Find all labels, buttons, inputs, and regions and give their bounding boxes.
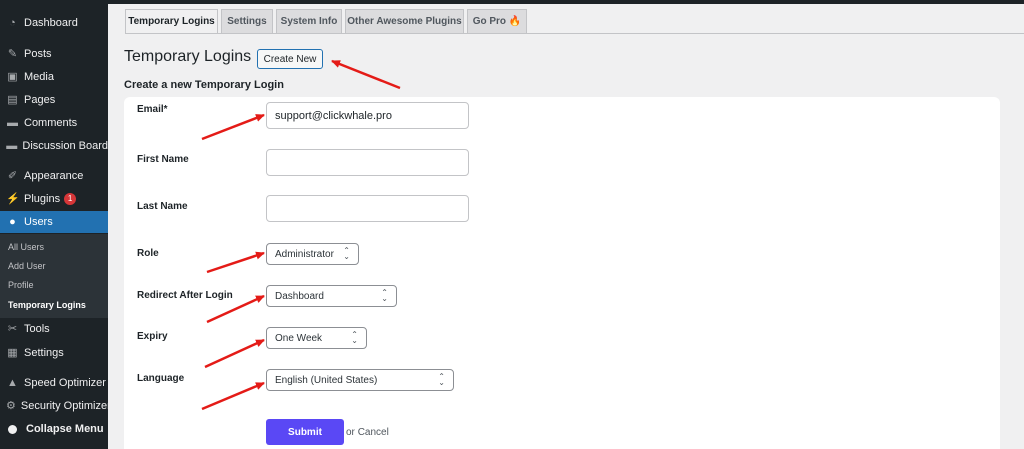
language-label: Language bbox=[137, 373, 185, 384]
expiry-label: Expiry bbox=[137, 331, 168, 342]
redirect-select[interactable]: Dashboard ⌃ ⌄ bbox=[266, 285, 397, 307]
redirect-select-value: Dashboard bbox=[275, 290, 324, 302]
menu-label: Plugins bbox=[24, 193, 61, 205]
menu-item-pages[interactable]: ▤ Pages bbox=[0, 89, 108, 111]
tab-settings[interactable]: Settings bbox=[221, 9, 273, 34]
menu-item-posts[interactable]: ✎ Posts bbox=[0, 43, 108, 65]
brush-icon: ✐ bbox=[7, 169, 18, 182]
menu-item-speed-optimizer[interactable]: ▲ Speed Optimizer bbox=[0, 372, 108, 394]
gear-icon: ⚙ bbox=[6, 399, 16, 412]
cancel-group: or Cancel bbox=[346, 427, 389, 438]
page-title: Temporary Logins bbox=[124, 48, 252, 65]
pin-icon: ✎ bbox=[7, 47, 18, 60]
menu-label: Appearance bbox=[24, 170, 84, 182]
admin-sidebar: ◔ Dashboard ✎ Posts ▣ Media ▤ Pages ▬ Co… bbox=[0, 0, 111, 449]
tab-divider bbox=[125, 33, 1024, 34]
expiry-select-value: One Week bbox=[275, 332, 323, 344]
chevron-updown-icon: ⌃ ⌄ bbox=[381, 288, 388, 303]
menu-item-tools[interactable]: ✂ Tools bbox=[0, 318, 108, 340]
plugin-icon: ⚡ bbox=[6, 192, 20, 205]
menu-label: Settings bbox=[24, 347, 64, 359]
menu-item-appearance[interactable]: ✐ Appearance bbox=[0, 165, 108, 187]
email-label: Email* bbox=[137, 104, 168, 115]
or-text: or bbox=[346, 427, 355, 438]
menu-item-media[interactable]: ▣ Media bbox=[0, 66, 108, 88]
last-name-label: Last Name bbox=[137, 201, 188, 212]
menu-item-plugins[interactable]: ⚡ Plugins 1 bbox=[0, 188, 108, 210]
submenu-add-user[interactable]: Add User bbox=[8, 261, 46, 271]
menu-item-users[interactable]: ● Users bbox=[0, 211, 108, 233]
menu-label: Tools bbox=[24, 323, 50, 335]
form-subheading: Create a new Temporary Login bbox=[124, 79, 284, 91]
email-field[interactable] bbox=[266, 102, 469, 129]
tab-temporary-logins[interactable]: Temporary Logins bbox=[125, 9, 218, 34]
dashboard-icon: ◔ bbox=[9, 16, 16, 29]
collapse-menu-button[interactable]: Collapse Menu bbox=[0, 418, 108, 440]
menu-item-security-optimizer[interactable]: ⚙ Security Optimizer bbox=[0, 395, 111, 417]
menu-item-discussion-board[interactable]: ▬ Discussion Board bbox=[0, 135, 108, 157]
media-icon: ▣ bbox=[7, 70, 18, 83]
menu-label: Discussion Board bbox=[22, 140, 108, 152]
collapse-icon bbox=[8, 424, 17, 434]
submit-button[interactable]: Submit bbox=[266, 419, 344, 445]
wrench-icon: ✂ bbox=[7, 322, 18, 335]
menu-label: Dashboard bbox=[24, 17, 78, 29]
expiry-select[interactable]: One Week ⌃ ⌄ bbox=[266, 327, 367, 349]
menu-label: Comments bbox=[24, 117, 78, 129]
menu-label: Security Optimizer bbox=[20, 400, 111, 412]
admin-top-strip bbox=[108, 0, 1024, 4]
submenu-all-users[interactable]: All Users bbox=[8, 242, 44, 252]
arrow-to-create-new bbox=[331, 59, 401, 90]
redirect-label: Redirect After Login bbox=[137, 290, 233, 301]
first-name-field[interactable] bbox=[266, 149, 469, 176]
submenu-profile[interactable]: Profile bbox=[8, 280, 34, 290]
plugins-update-badge: 1 bbox=[64, 193, 77, 205]
menu-label: Pages bbox=[24, 94, 56, 106]
last-name-field[interactable] bbox=[266, 195, 469, 222]
menu-item-comments[interactable]: ▬ Comments bbox=[0, 112, 108, 134]
menu-label: Collapse Menu bbox=[26, 423, 104, 435]
comment-icon: ▬ bbox=[6, 139, 18, 152]
users-submenu: All Users Add User Profile Temporary Log… bbox=[0, 234, 108, 318]
first-name-label: First Name bbox=[137, 154, 189, 165]
menu-label: Media bbox=[24, 71, 54, 83]
menu-label: Users bbox=[24, 216, 53, 228]
role-label: Role bbox=[137, 248, 159, 259]
speed-icon: ▲ bbox=[7, 376, 18, 389]
create-new-button[interactable]: Create New bbox=[257, 49, 323, 69]
chevron-updown-icon: ⌃ ⌄ bbox=[351, 330, 358, 345]
menu-item-settings[interactable]: ▦ Settings bbox=[0, 342, 108, 364]
language-select-value: English (United States) bbox=[275, 374, 378, 386]
tab-system-info[interactable]: System Info bbox=[276, 9, 342, 34]
menu-label: Speed Optimizer bbox=[24, 377, 106, 389]
form-card bbox=[124, 97, 1000, 449]
menu-item-dashboard[interactable]: ◔ Dashboard bbox=[0, 12, 108, 34]
role-select[interactable]: Administrator ⌃ ⌄ bbox=[266, 243, 359, 265]
comment-icon: ▬ bbox=[7, 116, 18, 129]
submenu-temporary-logins[interactable]: Temporary Logins bbox=[8, 300, 86, 310]
pages-icon: ▤ bbox=[7, 93, 18, 106]
language-select[interactable]: English (United States) ⌃ ⌄ bbox=[266, 369, 454, 391]
chevron-updown-icon: ⌃ ⌄ bbox=[343, 246, 350, 261]
chevron-updown-icon: ⌃ ⌄ bbox=[438, 372, 445, 387]
tab-other-awesome-plugins[interactable]: Other Awesome Plugins bbox=[345, 9, 464, 34]
cancel-link[interactable]: Cancel bbox=[358, 427, 389, 438]
user-icon: ● bbox=[9, 215, 16, 228]
menu-label: Posts bbox=[24, 48, 52, 60]
role-select-value: Administrator bbox=[275, 248, 334, 260]
settings-icon: ▦ bbox=[7, 346, 18, 359]
tab-go-pro[interactable]: Go Pro 🔥 bbox=[467, 9, 527, 34]
